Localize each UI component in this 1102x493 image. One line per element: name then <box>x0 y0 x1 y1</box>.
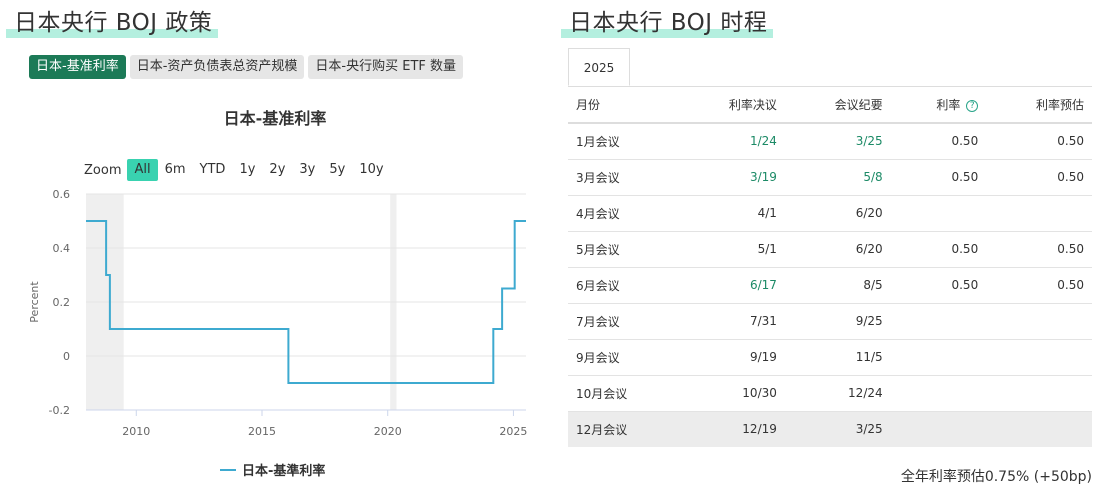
cell-month: 9月会议 <box>568 339 680 376</box>
zoom-5y-button[interactable]: 5y <box>322 159 352 181</box>
cell-decision: 12/19 <box>679 411 785 447</box>
tab-base-rate[interactable]: 日本-基准利率 <box>29 55 126 79</box>
y-tick-label: 0.6 <box>53 188 71 201</box>
schedule-title-text: 日本央行 BOJ 时程 <box>569 10 768 36</box>
policy-section-title: 日本央行 BOJ 政策 <box>6 8 219 38</box>
cell-minutes: 6/20 <box>784 195 891 232</box>
table-row: 9月会议 9/19 11/5 <box>568 339 1092 376</box>
annual-forecast-note: 全年利率预估0.75% (+50bp) <box>900 469 1092 485</box>
cell-decision: 4/1 <box>679 195 785 232</box>
chart-title: 日本-基准利率 <box>223 109 327 128</box>
y-tick-label: 0.2 <box>53 296 71 309</box>
zoom-1y-button[interactable]: 1y <box>232 159 262 181</box>
col-rate-label: 利率 <box>936 98 961 112</box>
cell-rate <box>890 195 987 232</box>
legend-swatch <box>220 468 236 471</box>
schedule-body: 1月会议 1/24 3/25 0.50 0.50 3月会议 3/19 5/8 0.50 0.50 4… <box>568 123 1092 447</box>
table-header-row: 月份 利率决议 会议纪要 利率 ? 利率预估 <box>568 87 1092 124</box>
x-tick-label: 2015 <box>248 425 276 438</box>
cell-month: 5月会议 <box>568 231 680 268</box>
cell-month: 7月会议 <box>568 303 680 340</box>
x-tick-label: 2020 <box>374 425 402 438</box>
x-tick-label: 2025 <box>499 425 527 438</box>
schedule-section-title: 日本央行 BOJ 时程 <box>561 8 774 38</box>
table-row: 12月会议 12/19 3/25 <box>568 411 1092 447</box>
zoom-2y-button[interactable]: 2y <box>262 159 292 181</box>
cell-minutes: 9/25 <box>784 303 891 340</box>
tab-balance-sheet[interactable]: 日本-资产负债表总资产规模 <box>129 55 305 79</box>
zoom-10y-button[interactable]: 10y <box>352 159 390 181</box>
col-forecast: 利率预估 <box>986 87 1092 124</box>
cell-forecast <box>986 411 1092 447</box>
table-row: 4月会议 4/1 6/20 <box>568 195 1092 232</box>
cell-rate: 0.50 <box>890 123 987 160</box>
help-icon[interactable]: ? <box>966 100 979 112</box>
col-month: 月份 <box>568 87 680 124</box>
table-row: 6月会议 6/17 8/5 0.50 0.50 <box>568 267 1092 304</box>
cell-minutes[interactable]: 5/8 <box>784 159 891 196</box>
tab-etf-purchases[interactable]: 日本-央行购买 ETF 数量 <box>308 55 463 79</box>
zoom-3y-button[interactable]: 3y <box>292 159 322 181</box>
tab-year-2025[interactable]: 2025 <box>568 48 630 86</box>
cell-month: 3月会议 <box>568 159 680 196</box>
schedule-table: 月份 利率决议 会议纪要 利率 ? 利率预估 1月会议 1/24 3/25 0.50 0… <box>568 87 1092 447</box>
y-tick-label: 0 <box>63 350 70 363</box>
col-rate: 利率 ? <box>890 87 987 124</box>
chart-legend[interactable]: 日本-基準利率 <box>220 460 325 479</box>
legend-label: 日本-基準利率 <box>242 464 326 479</box>
cell-forecast: 0.50 <box>986 159 1092 196</box>
cell-decision: 10/30 <box>679 375 785 412</box>
table-row: 10月会议 10/30 12/24 <box>568 375 1092 412</box>
indicator-tabs: 日本-基准利率 日本-资产负债表总资产规模 日本-央行购买 ETF 数量 <box>29 55 463 79</box>
cell-minutes: 3/25 <box>784 411 891 447</box>
cell-minutes: 6/20 <box>784 231 891 268</box>
zoom-ytd-button[interactable]: YTD <box>193 159 233 181</box>
zoom-all-button[interactable]: All <box>127 159 158 181</box>
cell-decision[interactable]: 6/17 <box>679 267 785 304</box>
table-row: 1月会议 1/24 3/25 0.50 0.50 <box>568 123 1092 160</box>
col-minutes: 会议纪要 <box>784 87 891 124</box>
cell-rate <box>890 375 987 412</box>
table-row: 3月会议 3/19 5/8 0.50 0.50 <box>568 159 1092 196</box>
cell-decision: 5/1 <box>679 231 785 268</box>
cell-rate <box>890 303 987 340</box>
cell-month: 6月会议 <box>568 267 680 304</box>
table-row: 7月会议 7/31 9/25 <box>568 303 1092 340</box>
cell-minutes: 11/5 <box>784 339 891 376</box>
col-decision: 利率决议 <box>679 87 785 124</box>
rate-chart[interactable]: 0.6 0.4 0.2 0 -0.2 2010 2015 2020 2025 Percent <box>0 180 550 445</box>
zoom-bar: Zoom All 6m YTD 1y 2y 3y 5y 10y <box>84 159 391 181</box>
cell-decision: 7/31 <box>679 303 785 340</box>
cell-forecast <box>986 195 1092 232</box>
cell-month: 12月会议 <box>568 411 680 447</box>
table-row: 5月会议 5/1 6/20 0.50 0.50 <box>568 231 1092 268</box>
cell-forecast: 0.50 <box>986 231 1092 268</box>
cell-rate: 0.50 <box>890 231 987 268</box>
cell-decision: 9/19 <box>679 339 785 376</box>
policy-title-text: 日本央行 BOJ 政策 <box>14 10 213 36</box>
cell-decision[interactable]: 3/19 <box>679 159 785 196</box>
cell-rate <box>890 339 987 376</box>
cell-forecast <box>986 375 1092 412</box>
cell-month: 4月会议 <box>568 195 680 232</box>
y-tick-label: 0.4 <box>53 242 71 255</box>
cell-rate: 0.50 <box>890 267 987 304</box>
zoom-6m-button[interactable]: 6m <box>158 159 193 181</box>
zoom-label: Zoom <box>84 162 122 178</box>
cell-month: 10月会议 <box>568 375 680 412</box>
y-tick-label: -0.2 <box>49 404 70 417</box>
cell-forecast <box>986 303 1092 340</box>
cell-minutes[interactable]: 3/25 <box>784 123 891 160</box>
x-tick-label: 2010 <box>122 425 150 438</box>
cell-forecast <box>986 339 1092 376</box>
cell-forecast: 0.50 <box>986 123 1092 160</box>
cell-rate <box>890 411 987 447</box>
cell-decision[interactable]: 1/24 <box>679 123 785 160</box>
y-axis-label: Percent <box>28 281 41 323</box>
cell-forecast: 0.50 <box>986 267 1092 304</box>
cell-minutes: 8/5 <box>784 267 891 304</box>
cell-minutes: 12/24 <box>784 375 891 412</box>
cell-rate: 0.50 <box>890 159 987 196</box>
cell-month: 1月会议 <box>568 123 680 160</box>
